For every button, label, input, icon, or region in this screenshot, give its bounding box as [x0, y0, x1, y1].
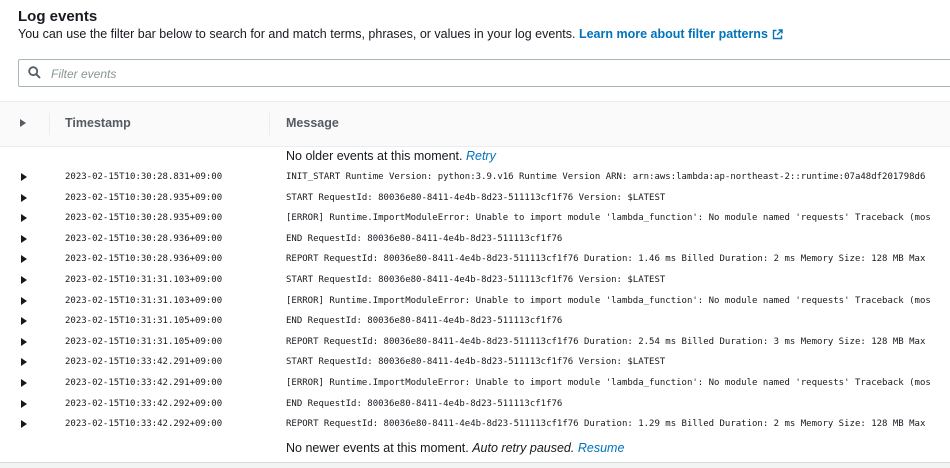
expand-row-icon[interactable] [21, 234, 27, 243]
column-message[interactable]: Message [286, 116, 339, 130]
expand-row-icon[interactable] [21, 358, 27, 367]
expand-row-icon[interactable] [21, 173, 27, 181]
row-timestamp: 2023-02-15T10:30:28.936+09:00 [65, 233, 223, 244]
expand-row-icon[interactable] [21, 193, 27, 202]
table-row[interactable]: 2023-02-15T10:30:28.936+09:00 END Request… [0, 229, 950, 250]
learn-more-link[interactable]: Learn more about filter patterns [579, 27, 783, 41]
expand-row-icon[interactable] [21, 378, 27, 387]
newer-events-text: No newer events at this moment. [286, 441, 469, 455]
table-row[interactable]: 2023-02-15T10:31:31.103+09:00 [ERROR] Run… [0, 291, 950, 312]
row-timestamp: 2023-02-15T10:31:31.105+09:00 [65, 336, 223, 347]
expand-all-icon[interactable] [20, 119, 26, 127]
expand-row-icon[interactable] [21, 399, 27, 408]
row-message: [ERROR] Runtime.ImportModuleError: Unabl… [286, 377, 931, 388]
row-timestamp: 2023-02-15T10:30:28.935+09:00 [65, 192, 223, 203]
description: You can use the filter bar below to sear… [18, 27, 783, 43]
resume-link[interactable]: Resume [578, 441, 625, 455]
row-timestamp: 2023-02-15T10:31:31.105+09:00 [65, 316, 223, 327]
table-row[interactable]: 2023-02-15T10:31:31.105+09:00 REPORT Requ… [0, 332, 950, 353]
expand-row-icon[interactable] [21, 337, 27, 346]
row-timestamp: 2023-02-15T10:33:42.292+09:00 [65, 398, 223, 409]
log-rows: 2023-02-15T10:30:28.831+09:00 INIT_START … [0, 167, 950, 435]
expand-row-icon[interactable] [21, 214, 27, 223]
row-message: START RequestId: 80036e80-8411-4e4b-8d23… [286, 357, 666, 368]
older-events-status: No older events at this moment. Retry [286, 149, 496, 163]
table-row[interactable]: 2023-02-15T10:30:28.935+09:00 START Reque… [0, 188, 950, 209]
row-message: INIT_START Runtime Version: python:3.9.v… [286, 172, 926, 182]
row-timestamp: 2023-02-15T10:33:42.291+09:00 [65, 357, 223, 368]
expand-row-icon[interactable] [21, 420, 27, 429]
table-row[interactable]: 2023-02-15T10:31:31.103+09:00 START Reque… [0, 270, 950, 291]
row-message: REPORT RequestId: 80036e80-8411-4e4b-8d2… [286, 419, 926, 430]
expand-row-icon[interactable] [21, 296, 27, 305]
table-row[interactable]: 2023-02-15T10:33:42.292+09:00 REPORT Requ… [0, 414, 950, 435]
log-events-panel: Log events You can use the filter bar be… [0, 0, 950, 463]
row-message: START RequestId: 80036e80-8411-4e4b-8d23… [286, 192, 666, 203]
table-row[interactable]: 2023-02-15T10:33:42.292+09:00 END Request… [0, 394, 950, 415]
row-message: END RequestId: 80036e80-8411-4e4b-8d23-5… [286, 398, 563, 409]
row-message: END RequestId: 80036e80-8411-4e4b-8d23-5… [286, 233, 563, 244]
older-events-text: No older events at this moment. [286, 149, 463, 163]
filter-input[interactable] [49, 63, 553, 85]
auto-retry-status: Auto retry paused. [472, 441, 575, 455]
retry-link[interactable]: Retry [466, 149, 496, 163]
table-row[interactable]: 2023-02-15T10:31:31.105+09:00 END Request… [0, 311, 950, 332]
table-row[interactable]: 2023-02-15T10:30:28.831+09:00 INIT_START … [0, 167, 950, 188]
row-timestamp: 2023-02-15T10:33:42.291+09:00 [65, 377, 223, 388]
newer-events-status: No newer events at this moment. Auto ret… [286, 441, 624, 455]
row-message: [ERROR] Runtime.ImportModuleError: Unabl… [286, 213, 931, 224]
row-timestamp: 2023-02-15T10:31:31.103+09:00 [65, 274, 223, 285]
column-divider [49, 113, 50, 135]
row-message: START RequestId: 80036e80-8411-4e4b-8d23… [286, 274, 666, 285]
expand-row-icon[interactable] [21, 255, 27, 264]
row-timestamp: 2023-02-15T10:30:28.936+09:00 [65, 254, 223, 265]
column-divider[interactable] [269, 113, 270, 135]
expand-row-icon[interactable] [21, 317, 27, 326]
column-timestamp[interactable]: Timestamp [65, 116, 131, 130]
table-header: Timestamp Message [0, 101, 950, 147]
table-row[interactable]: 2023-02-15T10:33:42.291+09:00 START Reque… [0, 352, 950, 373]
row-message: REPORT RequestId: 80036e80-8411-4e4b-8d2… [286, 336, 926, 347]
table-row[interactable]: 2023-02-15T10:33:42.291+09:00 [ERROR] Run… [0, 373, 950, 394]
page-title: Log events [18, 8, 98, 25]
row-message: [ERROR] Runtime.ImportModuleError: Unabl… [286, 295, 931, 306]
learn-more-label: Learn more about filter patterns [578, 27, 768, 41]
row-timestamp: 2023-02-15T10:30:28.935+09:00 [65, 213, 223, 224]
external-link-icon [772, 29, 783, 43]
filter-bar[interactable] [18, 59, 950, 87]
row-timestamp: 2023-02-15T10:31:31.103+09:00 [65, 295, 223, 306]
row-message: REPORT RequestId: 80036e80-8411-4e4b-8d2… [286, 254, 926, 265]
description-text: You can use the filter bar below to sear… [18, 27, 576, 41]
row-timestamp: 2023-02-15T10:30:28.831+09:00 [65, 172, 223, 182]
table-row[interactable]: 2023-02-15T10:30:28.935+09:00 [ERROR] Run… [0, 208, 950, 229]
table-row[interactable]: 2023-02-15T10:30:28.936+09:00 REPORT Requ… [0, 249, 950, 270]
row-message: END RequestId: 80036e80-8411-4e4b-8d23-5… [286, 316, 563, 327]
search-icon [28, 66, 41, 84]
row-timestamp: 2023-02-15T10:33:42.292+09:00 [65, 419, 223, 430]
expand-row-icon[interactable] [21, 275, 27, 284]
